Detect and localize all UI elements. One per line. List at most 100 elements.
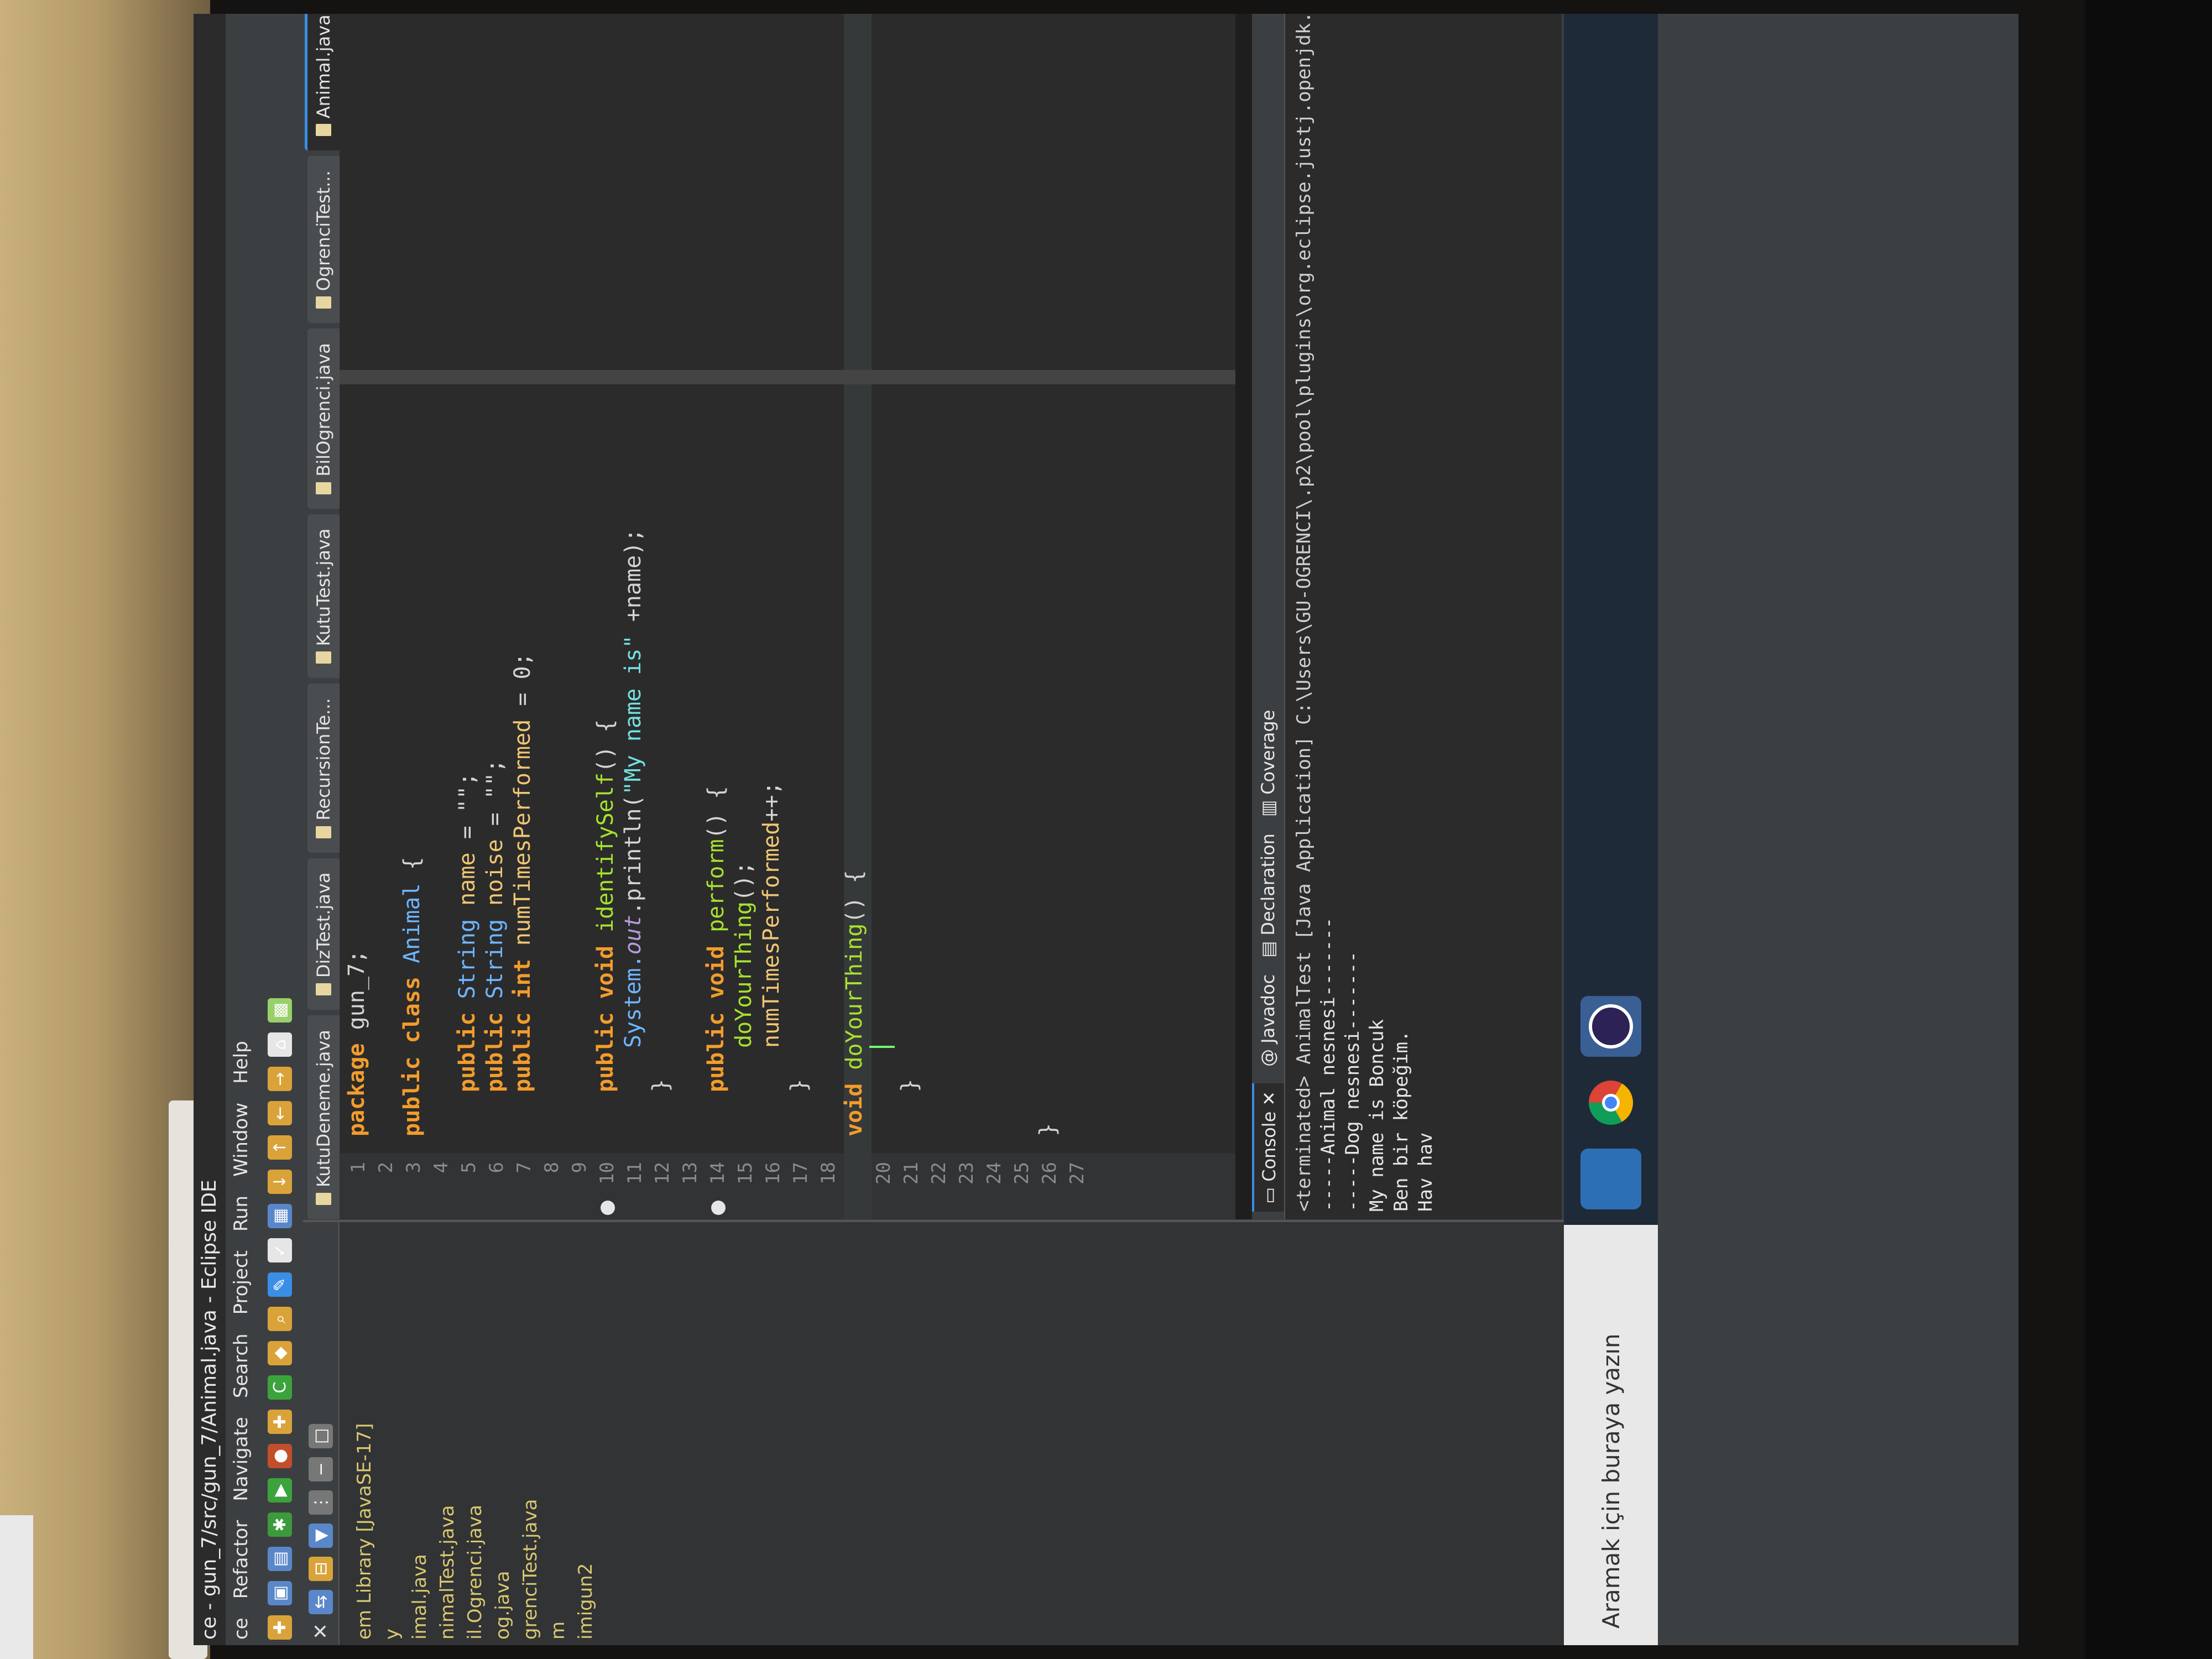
menu-item-navigate[interactable]: Navigate	[226, 1417, 257, 1501]
line-number: 15	[734, 1162, 757, 1185]
save-icon[interactable]: ▣	[268, 1581, 292, 1605]
close-icon[interactable]: ✕	[1259, 1091, 1280, 1106]
tree-item[interactable]: imigun2	[572, 1222, 599, 1640]
tab-bilogrenci[interactable]: BilOgrenci.java	[307, 328, 340, 509]
print-icon[interactable]: ▤	[268, 1547, 292, 1571]
code-line: System.out.println("My name is" +name);	[620, 528, 646, 1048]
console-output: <terminated> AnimalTest [Java Applicatio…	[1285, 14, 1444, 1219]
tab-javadoc[interactable]: @ Javadoc	[1258, 974, 1279, 1067]
tree-item[interactable]: imal.java	[406, 1222, 434, 1640]
pencil-icon[interactable]: ✎	[268, 1272, 292, 1297]
line-number: 21	[900, 1162, 922, 1185]
file-explorer-icon[interactable]	[1580, 1149, 1641, 1209]
line-number: 13	[679, 1162, 701, 1185]
fold-marker-icon[interactable]	[601, 1201, 615, 1215]
open-type-icon[interactable]: ◆	[268, 1341, 292, 1365]
menu-item-help[interactable]: Help	[226, 1041, 257, 1084]
tab-label: Coverage	[1258, 709, 1279, 795]
menu-item-run[interactable]: Run	[226, 1196, 257, 1232]
new-java-project-icon[interactable]: ✚	[268, 1410, 292, 1434]
chrome-icon	[1589, 1081, 1633, 1125]
line-number: 9	[568, 1162, 591, 1173]
code-line: public void identifySelf() {	[593, 719, 618, 1092]
view-menu-icon[interactable]: ⋮	[309, 1490, 333, 1515]
editor-tab-bar: KutuDeneme.java DizTest.java RecursionTe…	[303, 14, 340, 1219]
panel-divider[interactable]	[1235, 14, 1252, 1219]
coverage-icon[interactable]: ●	[268, 1444, 292, 1468]
collapse-all-icon[interactable]: ⊟	[309, 1556, 333, 1581]
tab-kututest[interactable]: KutuTest.java	[307, 514, 340, 679]
menu-item-window[interactable]: Window	[226, 1103, 257, 1177]
tree-item[interactable]: em Library [JavaSE-17]	[351, 1222, 378, 1640]
line-number: 3	[403, 1162, 425, 1173]
tree-item[interactable]: grenciTest.java	[517, 1222, 544, 1640]
tab-kutudeneme[interactable]: KutuDeneme.java	[307, 1015, 340, 1219]
wall-socket	[0, 1515, 33, 1659]
line-number: 23	[956, 1162, 978, 1185]
java-file-icon	[316, 983, 331, 996]
close-icon[interactable]: ✕	[310, 1623, 332, 1640]
code-line: public String name = "";	[455, 773, 480, 1092]
maximize-icon[interactable]: □	[309, 1423, 333, 1448]
tree-item[interactable]: y	[378, 1222, 406, 1640]
next-annotation-icon[interactable]: ↓	[268, 1170, 292, 1194]
package-explorer: ✕ ⇆ ⊟ ▼ ⋮ − □ em Library [JavaSE-17] y i…	[303, 1220, 1564, 1645]
annotation-icon[interactable]: ▦	[268, 1204, 292, 1228]
terminated-label: <terminated> AnimalTest [Java Applicatio…	[1293, 14, 1315, 1212]
java-file-icon	[316, 482, 331, 494]
menu-item-search[interactable]: Search	[226, 1333, 257, 1398]
prev-annotation-icon[interactable]: ↑	[268, 1135, 292, 1160]
forward-icon[interactable]: →	[268, 1067, 292, 1091]
new-class-icon[interactable]: C	[268, 1375, 292, 1400]
filter-icon[interactable]: ▼	[309, 1523, 333, 1548]
coverage-icon: ▥	[1258, 800, 1279, 817]
taskbar-chrome[interactable]	[1580, 1072, 1641, 1133]
menu-bar: ce Refactor Navigate Search Project Run …	[226, 14, 257, 1645]
tab-label: Console	[1259, 1111, 1280, 1182]
eclipse-icon	[1589, 1004, 1633, 1048]
line-number: 12	[651, 1162, 674, 1185]
windows-taskbar: Aramak için buraya yazın	[1564, 14, 1658, 1645]
eclipse-window: ce - gun_7/src/gun_7/Animal.java - Eclip…	[194, 14, 2018, 1645]
menu-item-refactor[interactable]: Refactor	[226, 1520, 257, 1599]
tab-declaration[interactable]: ▤ Declaration	[1258, 833, 1279, 958]
tab-label: RecursionTe...	[313, 698, 334, 821]
tab-animal[interactable]: Animal.java✕	[305, 14, 340, 151]
tree-item[interactable]: il.Ogrenci.java	[461, 1222, 489, 1640]
tab-ogrencitest[interactable]: OgrenciTest...	[307, 156, 340, 324]
tab-label: KutuTest.java	[313, 528, 334, 646]
menu-item-source[interactable]: ce	[226, 1618, 257, 1640]
run-icon[interactable]: ▶	[268, 1478, 292, 1503]
search-icon[interactable]: ⌕	[268, 1307, 292, 1331]
main-toolbar: ✚ ▣ ▤ ✱ ▶ ● ✚ C ◆ ⌕ ✎ ✓ ▦ ↓ ↑ ← → ⌂ ▩	[257, 14, 303, 1645]
console-tab-bar: ▭ Console ✕ @ Javadoc ▤ Declaration ▥ Coverag…	[1252, 14, 1285, 1219]
tab-label: DizTest.java	[313, 872, 334, 978]
fold-marker-icon[interactable]	[711, 1201, 726, 1215]
task-icon[interactable]: ✓	[268, 1238, 292, 1262]
line-number: 11	[624, 1162, 646, 1185]
perspective-icon[interactable]: ▩	[268, 998, 292, 1022]
code-line: }	[786, 1078, 812, 1092]
pin-icon[interactable]: ⌂	[268, 1032, 292, 1057]
taskbar-eclipse[interactable]	[1580, 996, 1641, 1057]
tree-item[interactable]: nimalTest.java	[434, 1222, 461, 1640]
print-margin	[340, 370, 1235, 384]
code-editor[interactable]: 1 2 3 4 5 6 7 8 9 10 11 12 13 14 15 16 1…	[340, 14, 1235, 1219]
menu-item-project[interactable]: Project	[226, 1250, 257, 1314]
line-number: 7	[513, 1162, 535, 1173]
tab-recursiontest[interactable]: RecursionTe...	[307, 684, 340, 853]
tab-diztest[interactable]: DizTest.java	[307, 858, 340, 1010]
back-icon[interactable]: ←	[268, 1101, 292, 1125]
line-number-gutter: 1 2 3 4 5 6 7 8 9 10 11 12 13 14 15 16 1…	[340, 1153, 1235, 1219]
minimize-icon[interactable]: −	[309, 1457, 333, 1481]
tab-coverage[interactable]: ▥ Coverage	[1258, 710, 1279, 817]
tree-item[interactable]: og.java	[489, 1222, 517, 1640]
taskbar-search[interactable]: Aramak için buraya yazın	[1564, 1225, 1658, 1645]
java-file-icon	[316, 1193, 331, 1205]
tree-item[interactable]: m	[544, 1222, 572, 1640]
line-number: 24	[983, 1162, 1005, 1185]
tab-console[interactable]: ▭ Console ✕	[1252, 1083, 1284, 1212]
new-icon[interactable]: ✚	[268, 1615, 292, 1640]
tab-label: Javadoc	[1258, 974, 1279, 1044]
debug-icon[interactable]: ✱	[268, 1512, 292, 1537]
